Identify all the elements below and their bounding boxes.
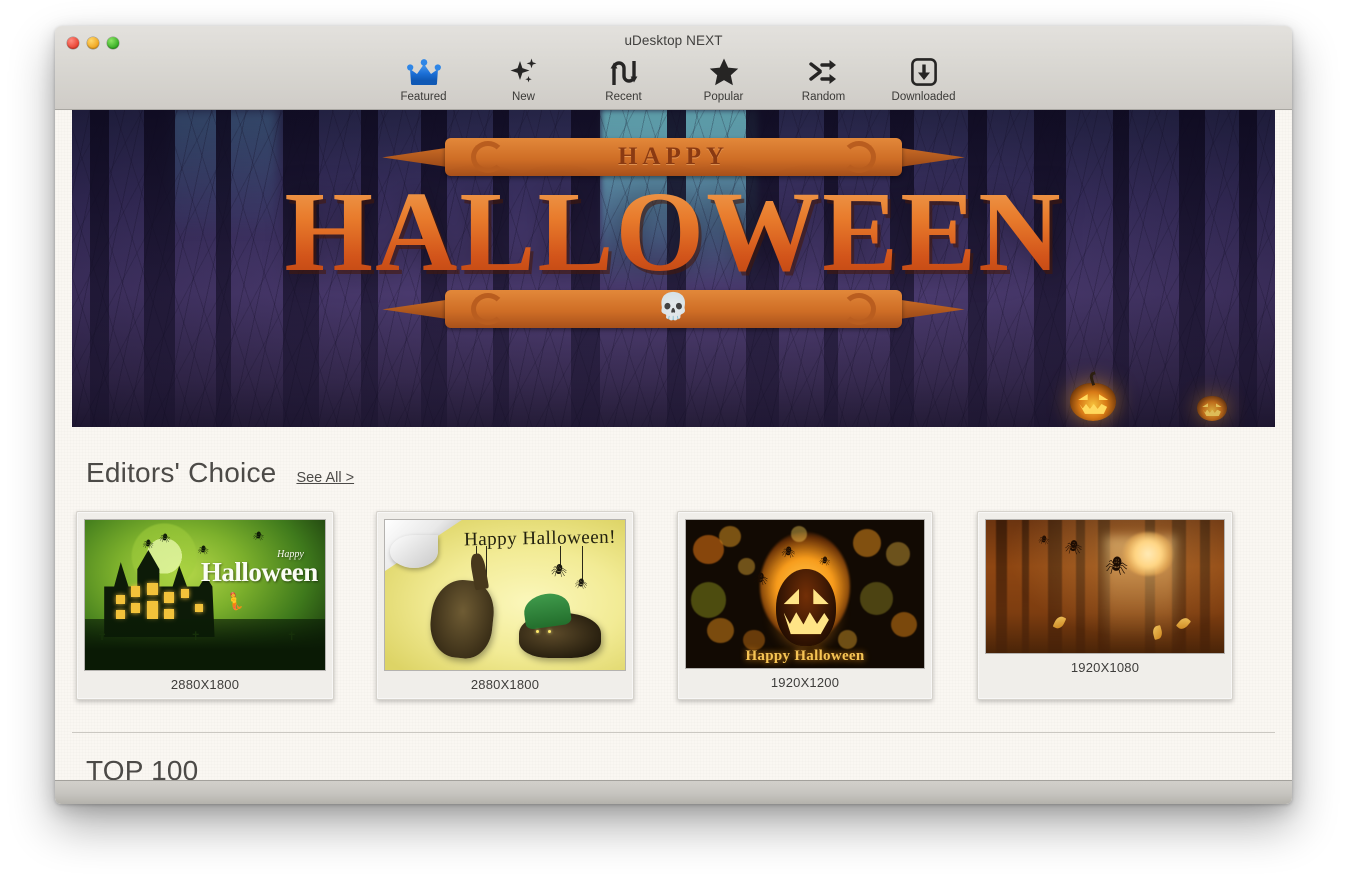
wallpaper-resolution: 1920X1080 bbox=[1070, 660, 1140, 675]
wallpaper-thumbnail[interactable]: 🕷 🕷 🕷 🕷 🧜 ✝ ✝ ✝ Happy Halloween bbox=[84, 519, 326, 671]
toolbar-label: Popular bbox=[703, 91, 744, 103]
halloween-cats-artwork: Happy Halloween! 🕷 🕷 bbox=[385, 520, 625, 670]
hero-top-text: HAPPY bbox=[617, 143, 730, 171]
artwork-caption: Happy Halloween! bbox=[464, 526, 617, 550]
wallpaper-resolution: 1920X1200 bbox=[770, 675, 840, 690]
wallpaper-grid: 🕷 🕷 🕷 🕷 🧜 ✝ ✝ ✝ Happy Halloween 2880X180… bbox=[55, 489, 1292, 700]
s-curve-arrow-icon bbox=[610, 54, 638, 90]
section-header: Editors' Choice See All > bbox=[55, 457, 1292, 489]
download-box-icon bbox=[910, 54, 938, 90]
crown-icon bbox=[406, 54, 441, 90]
haunted-house-artwork: 🕷 🕷 🕷 🕷 🧜 ✝ ✝ ✝ Happy Halloween bbox=[85, 520, 325, 670]
wallpaper-slot: 🕷 🕷 🕷 Happy Halloween 1920X1200 bbox=[655, 511, 955, 700]
toolbar-label: Featured bbox=[400, 91, 447, 103]
toolbar-label: Recent bbox=[605, 91, 642, 103]
toolbar-item-featured[interactable]: Featured bbox=[386, 54, 462, 105]
app-window: uDesktop NEXT Featured New Recent Popula… bbox=[55, 26, 1292, 804]
sparkle-icon bbox=[509, 54, 539, 90]
bat-skull-icon: 💀 bbox=[657, 291, 690, 322]
artwork-caption: Happy Halloween bbox=[200, 548, 319, 587]
star-icon bbox=[708, 54, 740, 90]
editors-choice-section: Editors' Choice See All > 🕷 🕷 🕷 🕷 🧜 ✝ ✝ … bbox=[55, 427, 1292, 700]
toolbar-item-popular[interactable]: Popular bbox=[686, 54, 762, 105]
wallpaper-resolution: 2880X1800 bbox=[170, 677, 240, 692]
hero-emblem: HAPPY HALLOWEEN 💀 bbox=[72, 135, 1275, 331]
toolbar-label: New bbox=[511, 91, 535, 103]
wallpaper-card[interactable]: 🕷 🕷 🕷 🕷 🧜 ✝ ✝ ✝ Happy Halloween 2880X180… bbox=[76, 511, 334, 700]
hero-main-text: HALLOWEEN bbox=[284, 168, 1063, 296]
wallpaper-slot: Happy Halloween! 🕷 🕷 2880X1800 bbox=[355, 511, 655, 700]
content-area: HAPPY HALLOWEEN 💀 Editors' Choice See Al… bbox=[55, 110, 1292, 780]
toolbar-item-downloaded[interactable]: Downloaded bbox=[886, 54, 962, 105]
jack-o-lantern-icon bbox=[1196, 395, 1227, 421]
wallpaper-slot: 🕷 🕷 🕷 🕷 🧜 ✝ ✝ ✝ Happy Halloween 2880X180… bbox=[55, 511, 355, 700]
wallpaper-resolution: 2880X1800 bbox=[470, 677, 540, 692]
orange-forest-artwork: 🕷 🕷 🕷 bbox=[986, 520, 1224, 653]
wallpaper-card[interactable]: Happy Halloween! 🕷 🕷 2880X1800 bbox=[376, 511, 634, 700]
window-bottom-bar bbox=[55, 780, 1292, 804]
toolbar-item-random[interactable]: Random bbox=[786, 54, 862, 105]
hero-banner[interactable]: HAPPY HALLOWEEN 💀 bbox=[72, 110, 1275, 427]
jack-o-lantern-icon bbox=[1070, 371, 1117, 421]
wallpaper-slot: 🕷 🕷 🕷 1920X1080 bbox=[955, 511, 1255, 700]
ribbon-bottom: 💀 bbox=[382, 287, 965, 331]
shuffle-icon bbox=[808, 54, 840, 90]
wallpaper-thumbnail[interactable]: Happy Halloween! 🕷 🕷 bbox=[384, 519, 626, 671]
bokeh-pumpkin-artwork: 🕷 🕷 🕷 Happy Halloween bbox=[686, 520, 924, 668]
wallpaper-thumbnail[interactable]: 🕷 🕷 🕷 bbox=[985, 519, 1225, 654]
main-toolbar: Featured New Recent Popular Random Downl… bbox=[55, 54, 1292, 105]
toolbar-item-recent[interactable]: Recent bbox=[586, 54, 662, 105]
title-bar: uDesktop NEXT Featured New Recent Popula… bbox=[55, 26, 1292, 110]
toolbar-label: Random bbox=[801, 91, 846, 103]
page-title: Editors' Choice bbox=[86, 457, 277, 488]
top-100-title: TOP 100 bbox=[86, 755, 199, 780]
toolbar-item-new[interactable]: New bbox=[486, 54, 562, 105]
wallpaper-card[interactable]: 🕷 🕷 🕷 Happy Halloween 1920X1200 bbox=[677, 511, 933, 700]
window-title: uDesktop NEXT bbox=[624, 33, 723, 48]
wallpaper-card[interactable]: 🕷 🕷 🕷 1920X1080 bbox=[977, 511, 1233, 700]
artwork-caption: Happy Halloween bbox=[745, 648, 865, 665]
see-all-link[interactable]: See All > bbox=[296, 470, 354, 486]
wallpaper-thumbnail[interactable]: 🕷 🕷 🕷 Happy Halloween bbox=[685, 519, 925, 669]
toolbar-label: Downloaded bbox=[891, 91, 956, 103]
